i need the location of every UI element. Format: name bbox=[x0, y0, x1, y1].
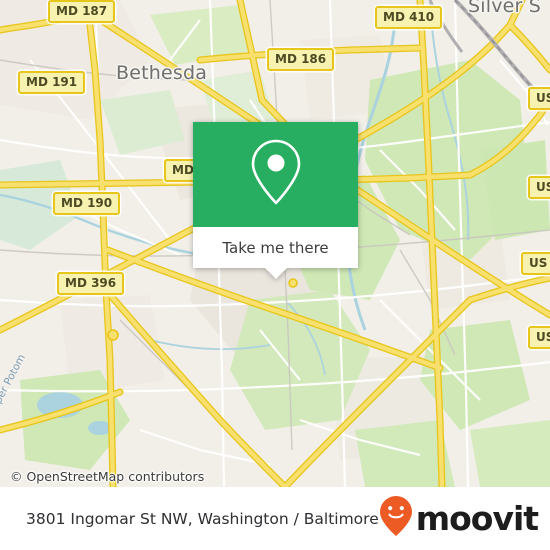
route-shield-us-3[interactable]: US bbox=[521, 252, 550, 275]
footer-bar: 3801 Ingomar St NW, Washington / Baltimo… bbox=[0, 487, 550, 550]
route-shield-md-410[interactable]: MD 410 bbox=[375, 6, 443, 29]
route-shield-us-1[interactable]: US bbox=[528, 87, 550, 110]
location-popup-card[interactable]: Take me there bbox=[193, 122, 358, 279]
route-shield-us-2[interactable]: US bbox=[528, 176, 550, 199]
address-label: 3801 Ingomar St NW, Washington / Baltimo… bbox=[26, 509, 379, 528]
route-shield-md-190[interactable]: MD 190 bbox=[53, 192, 121, 215]
map-canvas[interactable]: Bethesda Silver S per Potom MD 187 MD 18… bbox=[0, 0, 550, 487]
moovit-wordmark: moovit bbox=[415, 499, 539, 538]
map-pin-icon bbox=[247, 137, 305, 212]
osm-attribution[interactable]: © OpenStreetMap contributors bbox=[10, 469, 204, 484]
map-screen: Bethesda Silver S per Potom MD 187 MD 18… bbox=[0, 0, 550, 550]
route-shield-md-396[interactable]: MD 396 bbox=[57, 272, 125, 295]
route-shield-md-186[interactable]: MD 186 bbox=[267, 48, 335, 71]
take-me-there-label: Take me there bbox=[222, 238, 329, 257]
popup-tail-pointer bbox=[264, 268, 287, 279]
moovit-smiley-pin-icon bbox=[379, 495, 413, 542]
popup-header bbox=[193, 122, 358, 227]
route-shield-md-191[interactable]: MD 191 bbox=[18, 71, 86, 94]
moovit-logo[interactable]: moovit bbox=[379, 495, 539, 542]
route-shield-us-4[interactable]: US bbox=[528, 326, 550, 349]
popup-action-bar[interactable]: Take me there bbox=[193, 227, 358, 268]
route-shield-md-187[interactable]: MD 187 bbox=[48, 0, 116, 23]
